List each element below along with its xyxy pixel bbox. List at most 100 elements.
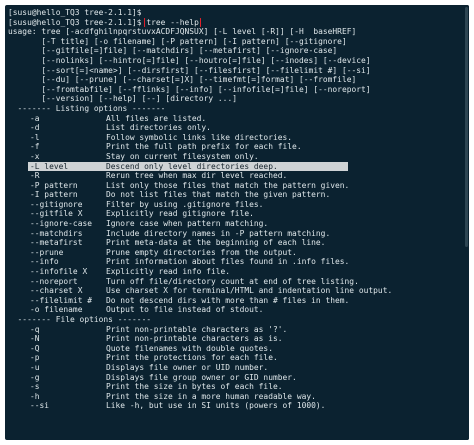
option-flag: -u [30, 362, 40, 372]
option-description: Rerun tree when max dir level reached. [106, 171, 288, 181]
option-flag: --gitfile X [30, 209, 83, 219]
option-flag: --noreport [30, 276, 78, 286]
option-description: List only those files that match the pat… [106, 180, 350, 190]
file-option-row: -Q Quote filenames with double quotes. [8, 344, 469, 354]
prompt-line-previous: [susu@hello_TQ3 tree-2.1.1]$ [8, 8, 142, 17]
option-flag: --si [30, 401, 50, 411]
listing-option-row: -x Stay on current filesystem only. [8, 152, 469, 162]
usage-line: usage: tree [-acdfghilnpqrstuvxACDFJQNSU… [8, 27, 357, 37]
option-description: Print the protections for each file. [106, 353, 278, 363]
listing-option-row: -L level Descend only level directories d… [28, 161, 348, 172]
option-flag: --charset X [30, 286, 83, 296]
option-flag: -x [30, 151, 40, 161]
usage-line: [--version] [--help] [--] [directory ...… [8, 94, 237, 104]
option-flag: -R [30, 171, 40, 181]
file-option-row: --si Like -h, but use in SI units (powers… [8, 401, 469, 411]
option-flag: --infofile X [30, 267, 88, 277]
option-flag: -I pattern [30, 190, 78, 200]
option-description: Print the full path prefix for each file… [106, 142, 302, 152]
listing-option-row: --charset X Use charset X for terminal/HT… [8, 286, 469, 296]
usage-line: [--du] [--prune] [--charset[=]X] [--time… [8, 75, 357, 85]
option-flag: -l [30, 132, 40, 142]
file-option-row: -N Print non-printable characters as is. [8, 334, 469, 344]
listing-option-row: --filelimit # Do not descend dirs with mo… [8, 296, 469, 306]
option-flag: -N [30, 334, 40, 344]
scrollbar-track[interactable] [464, 5, 469, 440]
file-option-row: -s Print the size in bytes of each file. [8, 382, 469, 392]
option-flag: -p [30, 353, 40, 363]
listing-option-row: --gitfile X Explicitly read gitignore fil… [8, 209, 469, 219]
option-description: Print the size in a more human readable … [106, 391, 316, 401]
option-flag: --filelimit # [30, 295, 93, 305]
option-description: Do not descend dirs with more than # fil… [106, 295, 350, 305]
option-description: Do not list files that match the given p… [106, 190, 331, 200]
option-description: Print the size in bytes of each file. [106, 382, 283, 392]
option-description: Displays file owner or UID number. [106, 362, 269, 372]
option-description: Print information about files found in .… [106, 257, 350, 267]
file-option-row: -u Displays file owner or UID number. [8, 363, 469, 373]
file-options-header: ------- File options ------- [8, 315, 152, 324]
option-flag: -P pattern [30, 180, 78, 190]
option-description: Print non-printable characters as '?'. [106, 324, 288, 334]
option-description: Print meta-data at the beginning of each… [106, 238, 326, 248]
listing-option-row: --metafirst Print meta-data at the beginn… [8, 238, 469, 248]
usage-line: [--sort[=]<name>] [--dirsfirst] [--files… [8, 65, 371, 75]
listing-options-header: ------- Listing options ------- [8, 103, 166, 113]
file-option-row: -h Print the size in a more human readabl… [8, 392, 469, 402]
listing-option-row: --infofile X Explicitly read info file. [8, 267, 469, 277]
option-flag: -f [30, 142, 40, 152]
listing-option-row: -f Print the full path prefix for each fi… [8, 142, 469, 152]
usage-line: [--fromtabfile] [--fflinks] [--info] [--… [8, 84, 371, 94]
option-flag: --ignore-case [30, 219, 93, 229]
option-flag: -o filename [30, 305, 83, 315]
option-description: Explicitly read gitignore file. [106, 209, 254, 219]
option-flag: -d [30, 123, 40, 133]
file-option-row: -g Displays file group owner or GID numbe… [8, 373, 469, 383]
listing-option-row: -a All files are listed. [8, 114, 469, 124]
listing-option-row: -o filename Output to file instead of std… [8, 305, 469, 315]
file-option-row: -p Print the protections for each file. [8, 353, 469, 363]
option-description: Filter by using .gitignore files. [106, 199, 264, 209]
listing-option-row: -P pattern List only those files that mat… [8, 181, 469, 191]
terminal-window[interactable]: [susu@hello_TQ3 tree-2.1.1]$ [susu@hello… [5, 5, 469, 440]
listing-option-row: --info Print information about files foun… [8, 257, 469, 267]
listing-option-row: -d List directories only. [8, 123, 469, 133]
listing-option-row: --matchdirs Include directory names in -P… [8, 229, 469, 239]
option-description: Explicitly read info file. [106, 267, 231, 277]
usage-line: [-T title] [-o filename] [-P pattern] [-… [8, 36, 347, 46]
option-flag: --prune [30, 247, 64, 257]
option-flag: --matchdirs [30, 228, 83, 238]
option-description: Print non-printable characters as is. [106, 334, 283, 344]
usage-line: [--nolinks] [--hintro[=]file] [--houtro[… [8, 55, 371, 65]
option-description: Quote filenames with double quotes. [106, 343, 273, 353]
option-flag: -Q [30, 343, 40, 353]
option-flag: -s [30, 382, 40, 392]
option-flag: -h [30, 391, 40, 401]
listing-option-row: -R Rerun tree when max dir level reached. [8, 171, 469, 181]
option-flag: --info [30, 257, 59, 267]
option-description: List directories only. [106, 123, 211, 133]
option-flag: --metafirst [30, 238, 83, 248]
prompt-text: [susu@hello_TQ3 tree-2.1.1]$ [8, 17, 147, 27]
option-description: Ignore case when pattern matching. [106, 219, 269, 229]
option-flag: -a [30, 113, 40, 123]
scrollbar-thumb[interactable] [465, 7, 468, 247]
listing-option-row: -l Follow symbolic links like directories… [8, 133, 469, 143]
option-description: Like -h, but use in SI units (powers of … [106, 401, 326, 411]
file-option-row: -q Print non-printable characters as '?'. [8, 325, 469, 335]
option-description: Output to file instead of stdout. [106, 305, 264, 315]
option-flag: --gitignore [30, 199, 83, 209]
option-description: Stay on current filesystem only. [106, 151, 259, 161]
listing-option-row: --gitignore Filter by using .gitignore fi… [8, 200, 469, 210]
terminal-output: [susu@hello_TQ3 tree-2.1.1]$ [susu@hello… [8, 8, 469, 411]
listing-option-row: -I pattern Do not list files that match t… [8, 190, 469, 200]
listing-option-row: --noreport Turn off file/directory count … [8, 277, 469, 287]
listing-option-row: --prune Prune empty directories from the … [8, 248, 469, 258]
prompt-line-current[interactable]: [susu@hello_TQ3 tree-2.1.1]$ tree --help [8, 17, 469, 28]
option-flag: -q [30, 324, 40, 334]
option-description: Prune empty directories from the output. [106, 247, 297, 257]
option-flag: -L level [30, 161, 69, 171]
option-flag: -g [30, 372, 40, 382]
option-description: Turn off file/directory count at end of … [106, 276, 359, 286]
option-description: Displays file group owner or GID number. [106, 372, 297, 382]
